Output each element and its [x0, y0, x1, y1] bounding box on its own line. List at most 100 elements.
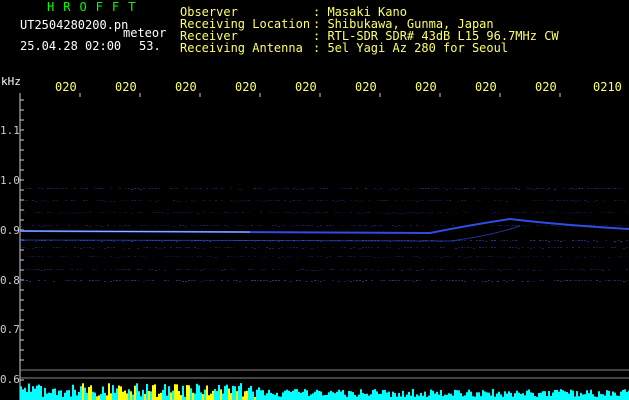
x-tick: 020 — [475, 80, 497, 94]
noise-band — [176, 212, 178, 213]
level-bar — [150, 391, 152, 400]
level-bar — [60, 390, 62, 400]
noise-band — [173, 200, 175, 201]
noise-band — [437, 256, 439, 257]
noise-band — [206, 280, 208, 281]
noise-band — [110, 201, 112, 202]
noise-band — [266, 247, 268, 248]
noise-band — [134, 188, 136, 189]
noise-band — [101, 226, 103, 227]
noise-band — [494, 240, 496, 241]
noise-band — [473, 248, 475, 249]
noise-band — [335, 257, 337, 258]
level-bar — [282, 392, 284, 400]
noise-band — [521, 225, 523, 226]
noise-band — [416, 270, 418, 271]
count: 53. — [139, 40, 161, 52]
noise-band — [113, 201, 115, 202]
noise-band — [620, 225, 622, 226]
noise-band — [407, 280, 409, 281]
x-tick: 020 — [535, 80, 557, 94]
level-bar — [110, 393, 112, 400]
noise-band — [464, 269, 466, 270]
noise-band — [197, 248, 199, 249]
noise-band — [146, 247, 148, 248]
noise-band — [587, 201, 589, 202]
noise-band — [140, 200, 142, 201]
level-bar — [172, 391, 174, 400]
noise-band — [128, 256, 130, 257]
noise-band — [464, 200, 466, 201]
noise-band — [491, 225, 493, 226]
level-bar — [602, 394, 604, 400]
noise-band — [239, 225, 241, 226]
level-bar — [514, 393, 516, 400]
noise-band — [464, 281, 466, 282]
noise-band — [512, 247, 514, 248]
y-unit-label: kHz — [1, 76, 21, 88]
noise-band — [290, 226, 292, 227]
level-bar — [318, 391, 320, 400]
noise-band — [473, 188, 475, 189]
noise-band — [95, 200, 97, 201]
noise-band — [485, 269, 487, 270]
level-bar — [118, 386, 120, 400]
noise-band — [266, 280, 268, 281]
noise-band — [605, 240, 607, 241]
noise-band — [59, 188, 61, 189]
level-bar — [542, 391, 544, 400]
noise-band — [386, 256, 388, 257]
noise-band — [533, 247, 535, 248]
noise-band — [35, 241, 37, 242]
noise-band — [47, 201, 49, 202]
noise-band — [125, 256, 127, 257]
noise-band — [359, 280, 361, 281]
noise-band — [503, 225, 505, 226]
y-tick: 0.8 — [0, 274, 20, 287]
noise-band — [347, 269, 349, 270]
noise-band — [179, 256, 181, 257]
noise-band — [26, 188, 28, 189]
level-bar — [378, 394, 380, 400]
noise-band — [227, 226, 229, 227]
noise-band — [500, 188, 502, 189]
noise-band — [68, 212, 70, 213]
noise-band — [413, 212, 415, 213]
noise-band — [92, 280, 94, 281]
noise-band — [623, 248, 625, 249]
noise-band — [80, 269, 82, 270]
level-bar — [26, 392, 28, 400]
level-bar — [396, 397, 398, 400]
noise-band — [74, 256, 76, 257]
noise-band — [275, 225, 277, 226]
noise-band — [164, 270, 166, 271]
level-bar — [370, 394, 372, 400]
noise-band — [119, 269, 121, 270]
noise-band — [434, 280, 436, 281]
noise-band — [116, 257, 118, 258]
noise-band — [296, 200, 298, 201]
noise-band — [419, 212, 421, 213]
level-bar — [86, 393, 88, 400]
noise-band — [320, 281, 322, 282]
level-bar — [476, 392, 478, 400]
noise-band — [272, 188, 274, 189]
noise-band — [566, 280, 568, 281]
x-tick: 020 — [175, 80, 197, 94]
noise-band — [140, 241, 142, 242]
noise-band — [413, 200, 415, 201]
noise-band — [29, 281, 31, 282]
noise-band — [197, 256, 199, 257]
level-bar — [448, 393, 450, 400]
noise-band — [458, 256, 460, 257]
noise-band — [290, 281, 292, 282]
noise-band — [416, 213, 418, 214]
level-bar — [498, 392, 500, 400]
noise-band — [272, 225, 274, 226]
noise-band — [179, 212, 181, 213]
noise-band — [551, 247, 553, 248]
noise-band — [524, 257, 526, 258]
noise-band — [488, 280, 490, 281]
noise-band — [47, 269, 49, 270]
noise-band — [107, 247, 109, 248]
